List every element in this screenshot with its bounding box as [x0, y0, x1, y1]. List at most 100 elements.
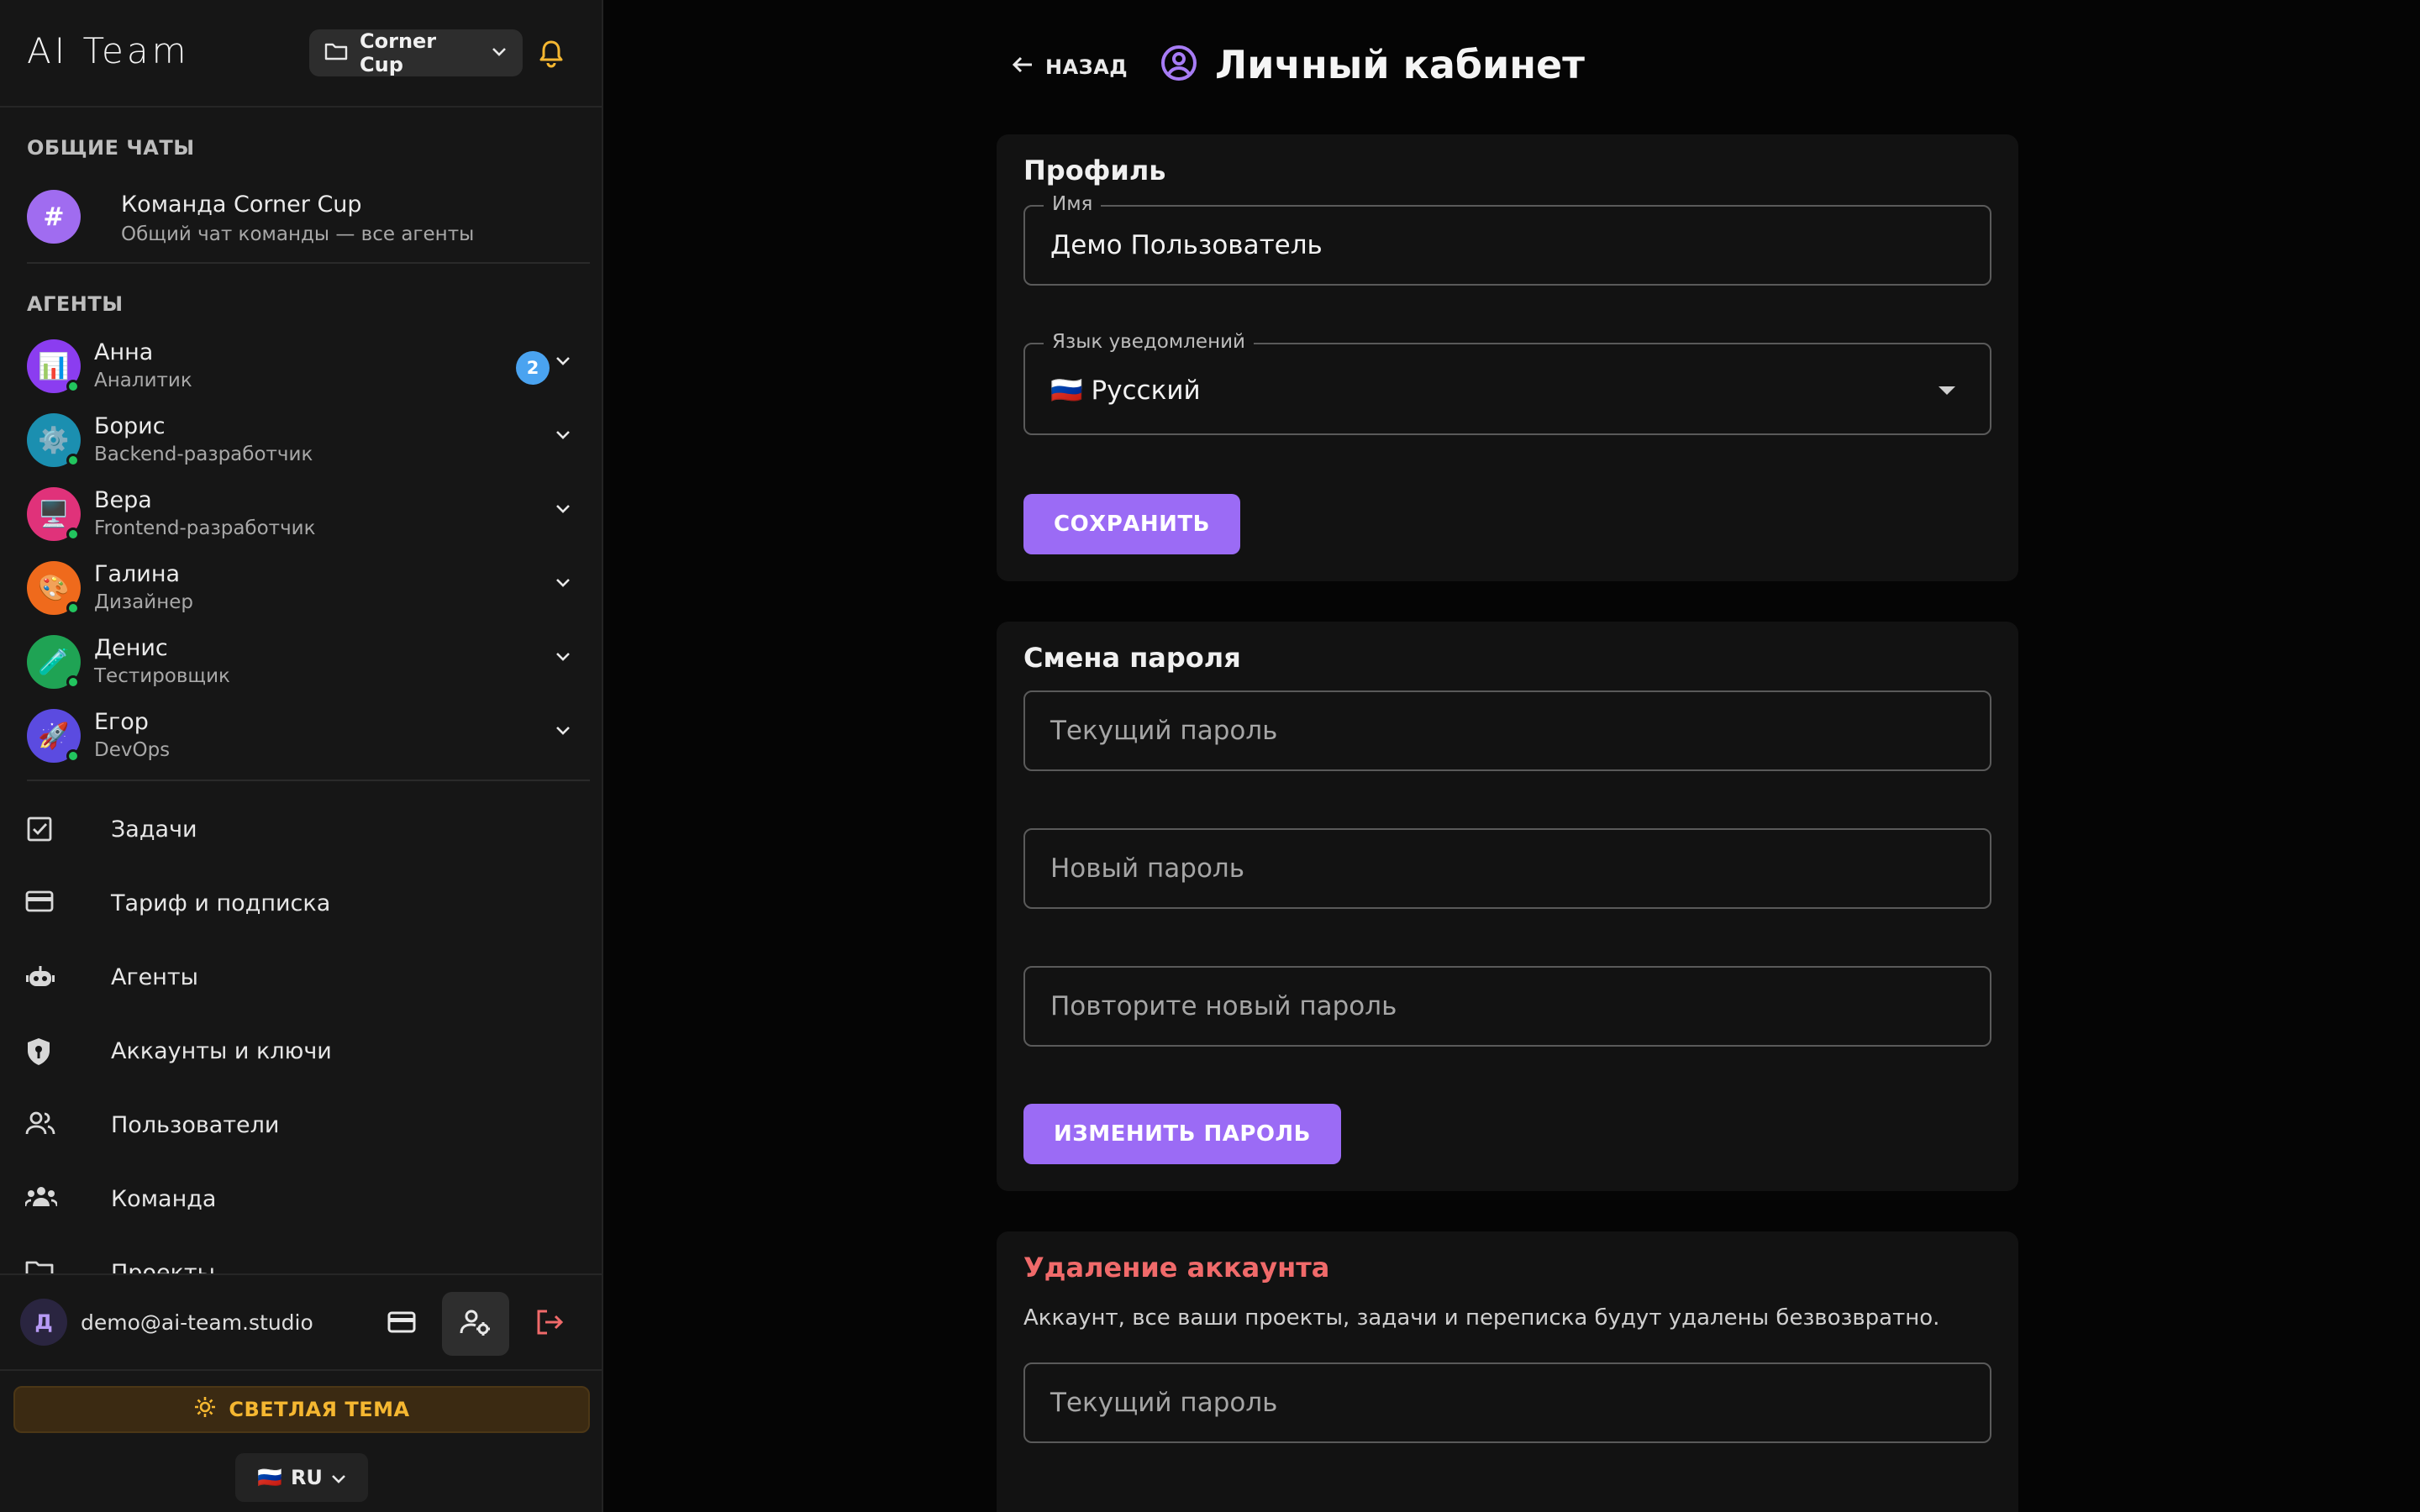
- online-status-dot: [66, 601, 80, 615]
- agent-emoji-icon: 🧪: [38, 647, 70, 677]
- chevron-down-icon[interactable]: [555, 502, 571, 518]
- back-label: НАЗАД: [1045, 55, 1128, 79]
- folder-icon: [324, 41, 348, 65]
- sidebar-nav-item[interactable]: Агенты: [0, 946, 588, 1013]
- sun-icon: [193, 1395, 217, 1424]
- repeat-password-input[interactable]: Повторите новый пароль: [1023, 966, 1991, 1047]
- light-theme-label: СВЕТЛАЯ ТЕМА: [229, 1398, 410, 1421]
- repeat-password-placeholder: Повторите новый пароль: [1050, 991, 1397, 1021]
- new-password-input[interactable]: Новый пароль: [1023, 828, 1991, 909]
- project-selector[interactable]: Corner Cup: [309, 29, 523, 76]
- app-root: AI Team Corner Cup ОБЩИЕ ЧАТЫ # Команда …: [0, 0, 2420, 1512]
- current-password-input[interactable]: Текущий пароль: [1023, 690, 1991, 771]
- delete-account-card: Удаление аккаунта Аккаунт, все ваши прое…: [997, 1231, 2018, 1512]
- arrow-left-icon: [1012, 55, 1034, 80]
- checkbox-icon: [25, 815, 59, 848]
- sidebar-nav-label: Задачи: [111, 816, 197, 843]
- new-password-placeholder: Новый пароль: [1050, 853, 1245, 884]
- chevron-down-icon[interactable]: [555, 650, 571, 666]
- sidebar-nav-item[interactable]: Тариф и подписка: [0, 872, 588, 939]
- language-button[interactable]: 🇷🇺 RU: [235, 1453, 368, 1502]
- online-status-dot: [66, 380, 80, 393]
- chat-title: Команда Corner Cup: [121, 192, 362, 218]
- sidebar-agent-item[interactable]: 🎨 Галина Дизайнер: [0, 549, 588, 623]
- bell-icon[interactable]: [534, 37, 568, 71]
- chevron-down-icon[interactable]: [555, 576, 571, 592]
- online-status-dot: [66, 749, 80, 763]
- team-chat-item[interactable]: # Команда Corner Cup Общий чат команды —…: [0, 178, 588, 252]
- flag-ru-icon: 🇷🇺: [257, 1466, 282, 1489]
- sidebar-nav-item[interactable]: Задачи: [0, 798, 588, 865]
- sidebar-nav-item[interactable]: Аккаунты и ключи: [0, 1020, 588, 1087]
- user-email: demo@ai-team.studio: [81, 1310, 313, 1335]
- save-button[interactable]: СОХРАНИТЬ: [1023, 494, 1240, 554]
- chevron-down-icon[interactable]: [555, 428, 571, 444]
- sidebar-footer: Д demo@ai-team.studio СВЕТЛАЯ ТЕМА 🇷🇺 RU: [0, 1273, 602, 1512]
- agent-name: Вера: [94, 487, 152, 513]
- team-icon: [24, 1184, 59, 1218]
- light-theme-button[interactable]: СВЕТЛАЯ ТЕМА: [13, 1386, 590, 1433]
- sidebar-agent-item[interactable]: 📊 Анна Аналитик 2: [0, 328, 588, 402]
- robot-icon: [25, 963, 59, 996]
- delete-account-warning: Аккаунт, все ваши проекты, задачи и пере…: [1023, 1305, 1940, 1331]
- sidebar-agent-item[interactable]: 🚀 Егор DevOps: [0, 697, 588, 771]
- profile-card: Профиль Имя Демо Пользователь Язык уведо…: [997, 134, 2018, 581]
- sidebar-nav-item[interactable]: Команда: [0, 1168, 588, 1235]
- sidebar-nav-label: Агенты: [111, 964, 198, 990]
- project-selector-label: Corner Cup: [360, 29, 437, 76]
- sidebar-agent-item[interactable]: ⚙️ Борис Backend-разработчик: [0, 402, 588, 475]
- agent-emoji-icon: 📊: [38, 351, 70, 381]
- name-field-label: Имя: [1044, 193, 1102, 215]
- online-status-dot: [66, 675, 80, 689]
- change-password-title: Смена пароля: [1023, 642, 1241, 674]
- billing-button[interactable]: [368, 1292, 435, 1356]
- sidebar-nav-label: Аккаунты и ключи: [111, 1038, 332, 1064]
- divider: [27, 262, 590, 264]
- agent-emoji-icon: 🖥️: [38, 499, 70, 529]
- divider: [0, 1369, 602, 1371]
- chevron-down-icon[interactable]: [555, 724, 571, 740]
- language-field-value: 🇷🇺 Русский: [1050, 375, 1201, 406]
- agent-name: Анна: [94, 339, 154, 365]
- divider: [27, 780, 590, 781]
- change-password-card: Смена пароля Текущий пароль Новый пароль…: [997, 622, 2018, 1191]
- shield-key-icon: [25, 1037, 59, 1070]
- notification-language-select[interactable]: Язык уведомлений 🇷🇺 Русский: [1023, 331, 1991, 435]
- agent-name: Егор: [94, 709, 149, 735]
- credit-card-icon: [387, 1310, 416, 1337]
- sidebar-agent-item[interactable]: 🖥️ Вера Frontend-разработчик: [0, 475, 588, 549]
- user-settings-icon: [460, 1308, 492, 1340]
- agent-emoji-icon: 🎨: [38, 573, 70, 603]
- agent-name: Галина: [94, 561, 181, 587]
- delete-current-password-input[interactable]: Текущий пароль: [1023, 1362, 1991, 1443]
- avatar: Д: [20, 1299, 67, 1346]
- logout-button[interactable]: [516, 1292, 583, 1356]
- change-password-button[interactable]: ИЗМЕНИТЬ ПАРОЛЬ: [1023, 1104, 1341, 1164]
- language-value-text: Русский: [1091, 375, 1201, 406]
- sidebar-header: AI Team Corner Cup: [0, 0, 602, 108]
- sidebar: AI Team Corner Cup ОБЩИЕ ЧАТЫ # Команда …: [0, 0, 603, 1512]
- agent-role: Frontend-разработчик: [94, 517, 316, 539]
- sidebar-nav-label: Команда: [111, 1186, 217, 1212]
- agent-name: Денис: [94, 635, 168, 661]
- page-title: Личный кабинет: [1215, 42, 1585, 87]
- account-circle-icon: [1160, 44, 1198, 86]
- language-label: RU: [290, 1466, 323, 1489]
- dropdown-arrow-icon: [1938, 383, 1956, 399]
- online-status-dot: [66, 528, 80, 541]
- chevron-down-icon: [331, 1466, 346, 1489]
- sidebar-nav-label: Тариф и подписка: [111, 890, 331, 916]
- sidebar-agent-item[interactable]: 🧪 Денис Тестировщик: [0, 623, 588, 697]
- sidebar-nav-item[interactable]: Пользователи: [0, 1094, 588, 1161]
- name-field[interactable]: Имя Демо Пользователь: [1023, 193, 1991, 286]
- delete-password-placeholder: Текущий пароль: [1050, 1388, 1278, 1418]
- chat-hash-icon: #: [27, 190, 81, 244]
- agent-role: Аналитик: [94, 370, 192, 391]
- online-status-dot: [66, 454, 80, 467]
- section-general-chats: ОБЩИЕ ЧАТЫ: [27, 136, 195, 160]
- chevron-down-icon[interactable]: [555, 354, 571, 370]
- account-settings-button[interactable]: [442, 1292, 509, 1356]
- logout-icon: [535, 1309, 564, 1339]
- agent-role: Тестировщик: [94, 665, 230, 687]
- back-button[interactable]: НАЗАД: [1012, 50, 1128, 84]
